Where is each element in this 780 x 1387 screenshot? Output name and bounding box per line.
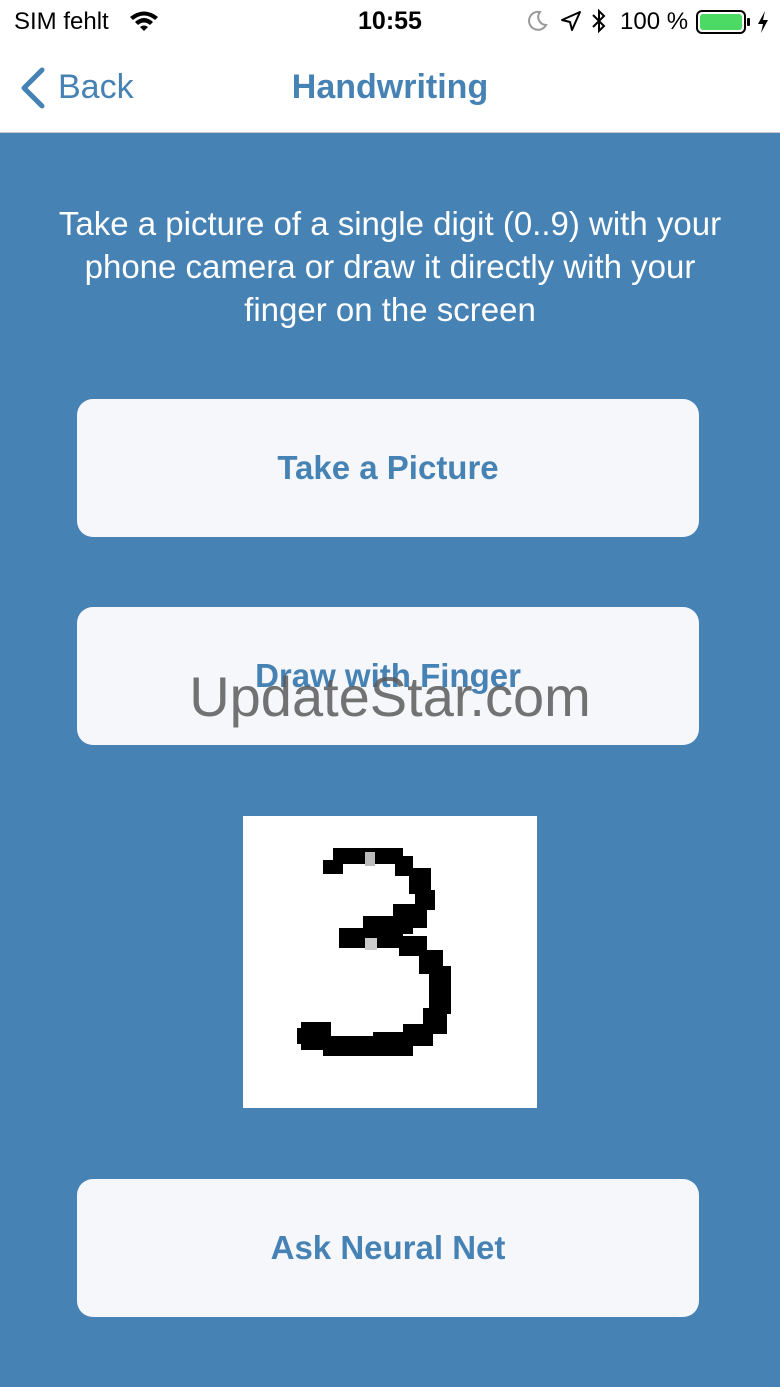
take-picture-label: Take a Picture bbox=[277, 449, 499, 486]
ask-neural-net-label: Ask Neural Net bbox=[270, 1229, 506, 1266]
handwritten-digit-image bbox=[297, 848, 451, 1056]
battery-icon bbox=[696, 10, 750, 34]
ask-neural-net-button[interactable]: Ask Neural Net bbox=[77, 1179, 699, 1317]
digit-canvas[interactable] bbox=[243, 816, 537, 1108]
status-bar: SIM fehlt 10:55 100 % bbox=[0, 0, 780, 44]
bluetooth-icon bbox=[592, 8, 606, 34]
battery-percent: 100 % bbox=[620, 8, 689, 35]
charging-bolt-icon bbox=[758, 11, 768, 33]
page-title: Handwriting bbox=[291, 68, 489, 106]
take-picture-button[interactable]: Take a Picture bbox=[77, 399, 699, 537]
moon-icon bbox=[528, 10, 548, 31]
instructions-text: Take a picture of a single digit (0..9) … bbox=[58, 205, 722, 328]
location-arrow-icon bbox=[561, 11, 581, 31]
draw-with-finger-label: Draw with Finger bbox=[255, 657, 521, 694]
draw-with-finger-button[interactable]: Draw with Finger bbox=[77, 607, 699, 745]
navigation-bar: Back Handwriting bbox=[0, 44, 780, 133]
